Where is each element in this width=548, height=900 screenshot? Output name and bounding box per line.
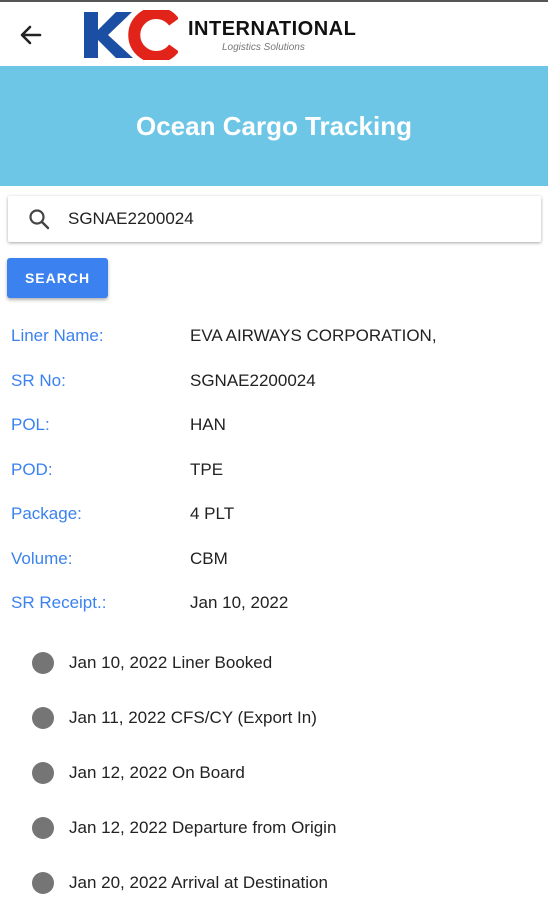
back-button[interactable]: [14, 18, 48, 52]
timeline-event: Jan 11, 2022 CFS/CY (Export In): [69, 708, 317, 727]
timeline-event: Jan 20, 2022 Arrival at Destination: [69, 873, 328, 892]
detail-value: Jan 10, 2022: [190, 593, 289, 612]
detail-value: HAN: [190, 415, 226, 434]
status-dot-icon: [32, 762, 54, 784]
status-dot-icon: [32, 707, 54, 729]
page-title: Ocean Cargo Tracking: [136, 110, 412, 141]
tracking-timeline: Jan 10, 2022 Liner Booked Jan 11, 2022 C…: [0, 636, 548, 900]
timeline-item: Jan 10, 2022 Liner Booked: [0, 636, 548, 691]
detail-label: POD:: [11, 459, 53, 479]
timeline-item: Jan 11, 2022 CFS/CY (Export In): [0, 691, 548, 746]
timeline-event: Jan 12, 2022 On Board: [69, 763, 245, 782]
detail-row-package: Package: 4 PLT: [0, 494, 548, 539]
search-icon: [29, 209, 50, 230]
detail-row-volume: Volume: CBM: [0, 539, 548, 584]
detail-row-liner-name: Liner Name: EVA AIRWAYS CORPORATION,: [0, 316, 548, 361]
kc-logo-mark: [84, 10, 178, 60]
detail-value: EVA AIRWAYS CORPORATION,: [190, 326, 437, 345]
detail-label: Liner Name:: [11, 326, 104, 345]
timeline-item: Jan 12, 2022 Departure from Origin: [0, 801, 548, 856]
timeline-item: Jan 20, 2022 Arrival at Destination: [0, 856, 548, 900]
status-dot-icon: [32, 652, 54, 674]
company-logo: INTERNATIONAL Logistics Solutions: [82, 6, 372, 62]
detail-row-pod: POD: TPE: [0, 450, 548, 495]
detail-label: POL:: [11, 415, 50, 434]
shipment-details: Liner Name: EVA AIRWAYS CORPORATION, SR …: [0, 316, 548, 628]
logo-subtitle: Logistics Solutions: [222, 42, 305, 53]
detail-row-sr-no: SR No: SGNAE2200024: [0, 361, 548, 406]
detail-value: CBM: [190, 548, 228, 568]
status-dot-icon: [32, 817, 54, 839]
timeline-event: Jan 12, 2022 Departure from Origin: [69, 818, 337, 837]
detail-value: SGNAE2200024: [190, 370, 316, 390]
detail-row-sr-receipt: SR Receipt.: Jan 10, 2022: [0, 583, 548, 628]
search-input[interactable]: [68, 202, 508, 236]
logo-title: INTERNATIONAL: [188, 18, 357, 40]
search-bar[interactable]: [8, 196, 541, 242]
app-header: INTERNATIONAL Logistics Solutions: [0, 0, 548, 66]
page-banner: Ocean Cargo Tracking: [0, 66, 548, 186]
detail-row-pol: POL: HAN: [0, 405, 548, 450]
detail-value: 4 PLT: [190, 504, 235, 523]
detail-label: SR No:: [11, 370, 66, 390]
detail-label: SR Receipt.:: [11, 593, 107, 612]
detail-label: Volume:: [11, 548, 73, 568]
detail-value: TPE: [190, 459, 224, 479]
tracking-page: INTERNATIONAL Logistics Solutions Ocean …: [0, 0, 548, 900]
arrow-left-icon: [20, 25, 42, 45]
status-dot-icon: [32, 872, 54, 894]
timeline-event: Jan 10, 2022 Liner Booked: [69, 653, 273, 672]
detail-label: Package:: [11, 504, 82, 523]
timeline-item: Jan 12, 2022 On Board: [0, 746, 548, 801]
search-button[interactable]: SEARCH: [7, 258, 108, 298]
